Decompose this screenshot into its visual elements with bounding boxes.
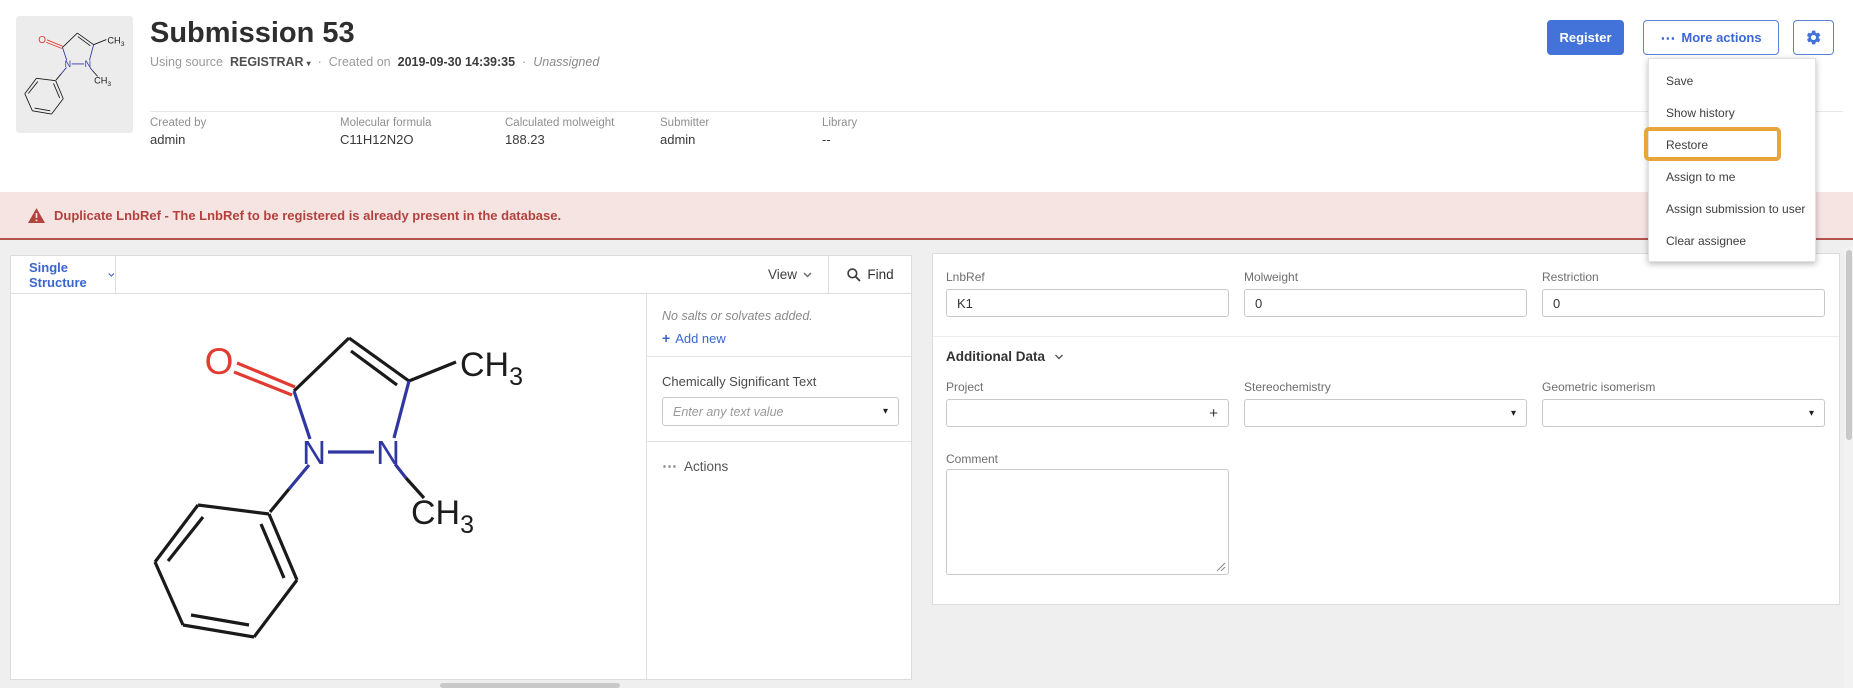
stereochemistry-select[interactable]: ▾ <box>1244 399 1527 427</box>
restriction-field-group: Restriction <box>1542 270 1825 317</box>
menu-item-assign-submission-to-user[interactable]: Assign submission to user <box>1649 193 1815 225</box>
meta-molecular-formula: Molecular formula C11H12N2O <box>340 117 431 147</box>
caret-down-icon: ▾ <box>883 406 888 417</box>
cst-placeholder: Enter any text value <box>673 405 883 419</box>
assignee-status: Unassigned <box>533 55 599 69</box>
menu-item-restore[interactable]: Restore <box>1649 129 1815 161</box>
details-fields-row: LnbRef Molweight Restriction <box>946 270 1825 317</box>
ellipsis-icon: ⋯ <box>662 457 677 475</box>
header-divider <box>150 111 1843 112</box>
project-label: Project <box>946 380 1229 394</box>
menu-item-clear-assignee[interactable]: Clear assignee <box>1649 225 1815 257</box>
molecule-structure-drawing <box>81 301 561 661</box>
view-menu-button[interactable]: View <box>756 256 824 293</box>
settings-button[interactable] <box>1793 20 1834 55</box>
chevron-down-icon <box>803 272 812 278</box>
chevron-down-icon <box>1054 354 1064 360</box>
actions-expander[interactable]: ⋯ Actions <box>662 457 728 475</box>
warning-text: Duplicate LnbRef - The LnbRef to be regi… <box>54 208 561 223</box>
section-divider <box>647 441 911 442</box>
molweight-field-group: Molweight <box>1244 270 1527 317</box>
submission-subline: Using source REGISTRAR▾ · Created on 201… <box>150 55 599 69</box>
dot-separator: · <box>318 55 322 69</box>
add-new-link[interactable]: + Add new <box>662 330 726 346</box>
warning-icon <box>28 208 45 223</box>
geometric-isomerism-label: Geometric isomerism <box>1542 380 1825 394</box>
lnbref-input[interactable] <box>946 289 1229 317</box>
geometric-isomerism-field-group: Geometric isomerism ▾ <box>1542 380 1825 427</box>
gear-icon <box>1805 29 1822 46</box>
structure-canvas[interactable] <box>11 294 646 679</box>
dot-separator: · <box>522 55 526 69</box>
source-dropdown[interactable]: REGISTRAR▾ <box>230 55 311 69</box>
header: Submission 53 Using source REGISTRAR▾ · … <box>0 0 1853 192</box>
using-source-label: Using source <box>150 55 223 69</box>
stereochemistry-field-group: Stereochemistry ▾ <box>1244 380 1527 427</box>
caret-down-icon: ▾ <box>1809 408 1814 419</box>
horizontal-scrollbar-thumb[interactable] <box>440 683 620 688</box>
additional-fields-row: Project + Stereochemistry ▾ Geometric is… <box>946 380 1825 427</box>
search-icon <box>846 267 861 282</box>
menu-item-assign-to-me[interactable]: Assign to me <box>1649 161 1815 193</box>
comment-field-wrap <box>946 469 1229 575</box>
restriction-label: Restriction <box>1542 270 1825 284</box>
more-actions-menu: Save Show history Restore Assign to me A… <box>1648 58 1816 262</box>
ellipsis-icon: ⋯ <box>1660 29 1675 47</box>
register-button[interactable]: Register <box>1547 20 1624 55</box>
cst-label: Chemically Significant Text <box>662 374 816 389</box>
project-picker[interactable]: + <box>946 399 1229 427</box>
created-on-value: 2019-09-30 14:39:35 <box>398 55 515 69</box>
structure-panel-toolbar: Single Structure View Find <box>11 256 911 294</box>
details-panel: LnbRef Molweight Restriction Additional … <box>932 253 1840 605</box>
meta-submitter: Submitter admin <box>660 117 709 147</box>
chevron-down-icon <box>108 272 115 278</box>
molweight-label: Molweight <box>1244 270 1527 284</box>
menu-item-save[interactable]: Save <box>1649 65 1815 97</box>
salts-and-cst-panel: No salts or solvates added. + Add new Ch… <box>647 294 911 679</box>
page-title: Submission 53 <box>150 17 355 50</box>
caret-down-icon: ▾ <box>307 59 311 68</box>
molecule-thumbnail <box>16 16 133 133</box>
caret-down-icon: ▾ <box>1511 408 1516 419</box>
duplicate-warning-banner: Duplicate LnbRef - The LnbRef to be regi… <box>0 192 1853 240</box>
meta-library: Library -- <box>822 117 857 147</box>
comment-textarea[interactable] <box>946 469 1229 575</box>
structure-mode-selector[interactable]: Single Structure <box>11 256 116 293</box>
additional-data-expander[interactable]: Additional Data <box>946 349 1064 364</box>
lnbref-label: LnbRef <box>946 270 1229 284</box>
more-actions-button[interactable]: ⋯ More actions <box>1643 20 1779 55</box>
menu-item-show-history[interactable]: Show history <box>1649 97 1815 129</box>
section-divider <box>933 336 1839 337</box>
geometric-isomerism-select[interactable]: ▾ <box>1542 399 1825 427</box>
molecule-thumbnail-image <box>21 24 128 125</box>
structure-panel: Single Structure View Find No salts or s… <box>10 255 912 680</box>
stereochemistry-label: Stereochemistry <box>1244 380 1527 394</box>
meta-calculated-molweight: Calculated molweight 188.23 <box>505 117 614 147</box>
no-salts-text: No salts or solvates added. <box>662 309 813 323</box>
created-on-label: Created on <box>329 55 391 69</box>
plus-icon: + <box>1209 405 1218 422</box>
restriction-input[interactable] <box>1542 289 1825 317</box>
comment-label: Comment <box>946 452 998 466</box>
section-divider <box>647 356 911 357</box>
find-button[interactable]: Find <box>829 256 911 293</box>
cst-input[interactable]: Enter any text value ▾ <box>662 397 899 426</box>
project-field-group: Project + <box>946 380 1229 427</box>
vertical-scrollbar-thumb[interactable] <box>1846 250 1852 440</box>
lnbref-field-group: LnbRef <box>946 270 1229 317</box>
meta-created-by: Created by admin <box>150 117 206 147</box>
plus-icon: + <box>662 330 670 346</box>
molweight-input[interactable] <box>1244 289 1527 317</box>
